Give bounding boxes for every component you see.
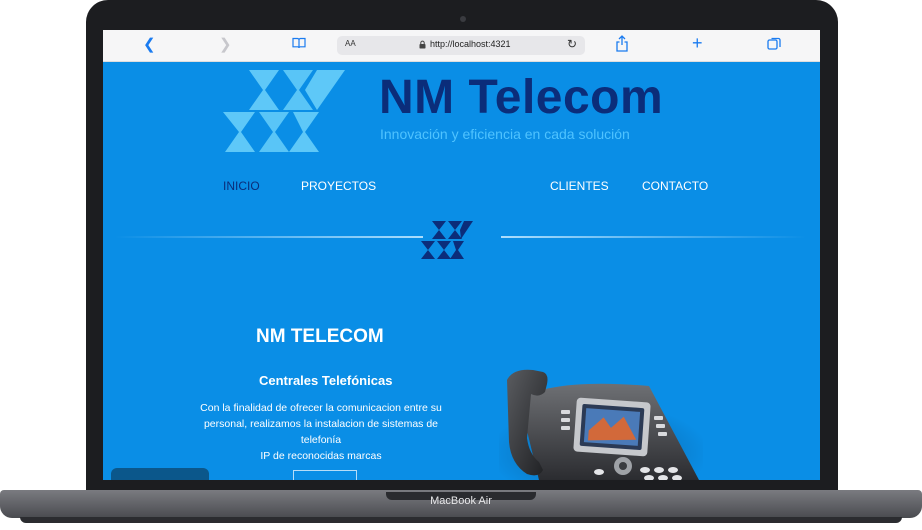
logo-icon <box>223 70 345 152</box>
section-subtitle: Centrales Telefónicas <box>259 373 393 388</box>
url-text: http://localhost:4321 <box>430 39 511 49</box>
reload-icon[interactable]: ↻ <box>567 37 577 51</box>
divider-line-right <box>501 236 806 238</box>
device-label: MacBook Air <box>430 495 492 507</box>
share-icon[interactable] <box>615 35 629 57</box>
nav-item-contacto[interactable]: CONTACTO <box>642 179 708 193</box>
section-description: Con la finalidad de ofrecer la comunicac… <box>191 400 451 464</box>
dev-toolbar[interactable] <box>111 468 209 480</box>
brand-title: NM Telecom <box>379 71 664 124</box>
lock-icon <box>419 40 426 49</box>
chevron-left-icon[interactable]: ❮ <box>143 36 156 54</box>
section-title: NM TELECOM <box>256 326 384 347</box>
divider-line-left <box>115 236 423 238</box>
tabs-icon[interactable] <box>767 36 782 56</box>
description-line: IP de reconocidas marcas <box>260 450 382 462</box>
cta-button[interactable] <box>293 470 357 480</box>
chevron-right-icon[interactable]: ❯ <box>219 36 232 54</box>
camera-icon <box>460 16 466 22</box>
nav-item-inicio[interactable]: INICIO <box>223 179 260 193</box>
reader-text-size-button[interactable]: AA <box>345 39 356 48</box>
book-icon[interactable] <box>291 35 307 56</box>
brand-tagline: Innovación y eficiencia en cada solución <box>380 126 630 142</box>
address-bar[interactable]: AA http://localhost:4321 ↻ <box>337 36 585 55</box>
description-line: Con la finalidad de ofrecer la comunicac… <box>200 402 442 414</box>
nav-item-clientes[interactable]: CLIENTES <box>550 179 609 193</box>
plus-icon[interactable]: + <box>692 34 703 52</box>
browser-toolbar: ❮ ❯ AA http://localhost:4321 ↻ + <box>103 30 820 62</box>
laptop-foot <box>20 517 902 523</box>
nav-item-proyectos[interactable]: PROYECTOS <box>301 179 376 193</box>
ip-phone-image <box>499 369 703 480</box>
description-line: personal, realizamos la instalacion de s… <box>203 418 439 446</box>
divider-logo-icon <box>421 221 473 259</box>
screen: ❮ ❯ AA http://localhost:4321 ↻ + NM Tele… <box>103 30 820 480</box>
